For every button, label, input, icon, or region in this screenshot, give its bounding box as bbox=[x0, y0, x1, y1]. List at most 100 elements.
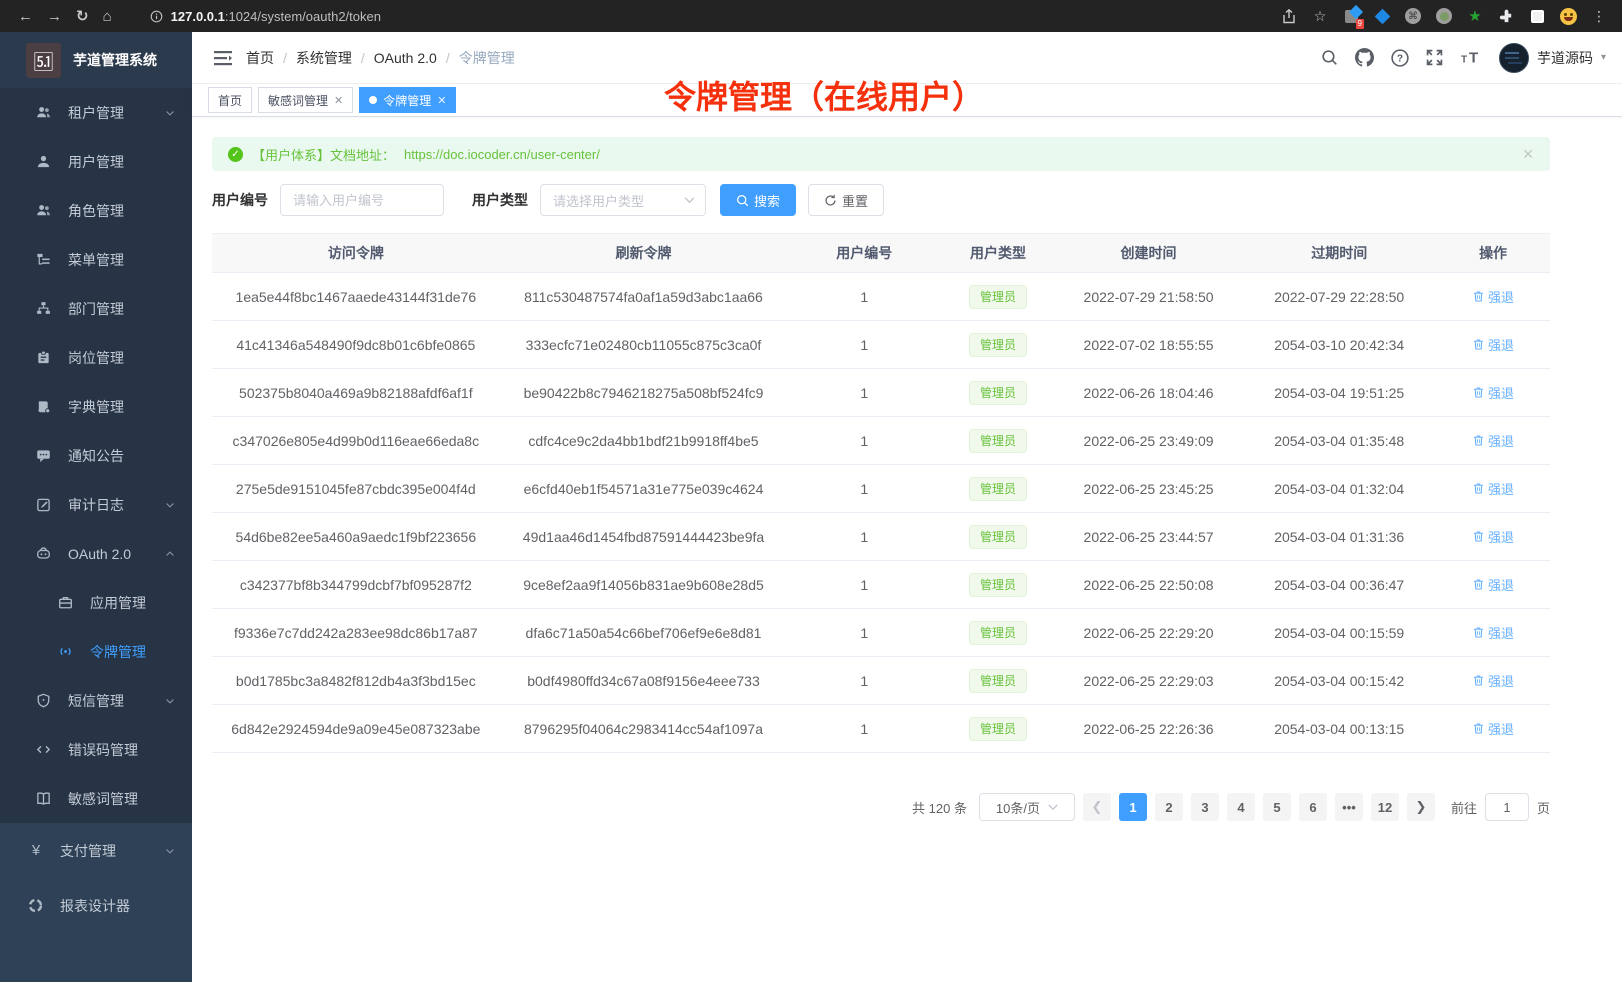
close-icon[interactable]: ✕ bbox=[334, 94, 343, 107]
sidebar-item-sensitive[interactable]: 敏感词管理 bbox=[0, 774, 192, 823]
force-logout-button[interactable]: 强退 bbox=[1472, 383, 1514, 402]
sidebar-item-dept[interactable]: 部门管理 bbox=[0, 284, 192, 333]
force-logout-button[interactable]: 强退 bbox=[1472, 335, 1514, 354]
table-row: 1ea5e44f8bc1467aaede43144f31de76811c5304… bbox=[212, 273, 1550, 321]
page-button-5[interactable]: 5 bbox=[1263, 793, 1291, 821]
search-icon[interactable] bbox=[1321, 49, 1338, 66]
page-button-3[interactable]: 3 bbox=[1191, 793, 1219, 821]
tab-敏感词管理[interactable]: 敏感词管理✕ bbox=[258, 87, 353, 113]
breadcrumb-item[interactable]: 系统管理 bbox=[296, 48, 352, 68]
force-logout-button[interactable]: 强退 bbox=[1472, 575, 1514, 594]
reload-icon[interactable]: ↻ bbox=[76, 9, 89, 24]
back-icon[interactable]: ← bbox=[18, 9, 33, 24]
sidebar-collapse-icon[interactable] bbox=[214, 50, 232, 66]
trash-icon bbox=[1472, 722, 1485, 735]
user-type-cell: 管理员 bbox=[941, 381, 1055, 405]
sidebar-item-post[interactable]: 岗位管理 bbox=[0, 333, 192, 382]
page-button-1[interactable]: 1 bbox=[1119, 793, 1147, 821]
sidebar-item-user[interactable]: 用户管理 bbox=[0, 137, 192, 186]
sidebar-item-oauth2-app[interactable]: 应用管理 bbox=[0, 578, 192, 627]
page-button-6[interactable]: 6 bbox=[1299, 793, 1327, 821]
search-icon bbox=[736, 194, 749, 207]
sidebar-item-tenant[interactable]: 租户管理 bbox=[0, 88, 192, 137]
home-icon[interactable]: ⌂ bbox=[103, 9, 112, 24]
force-logout-button[interactable]: 强退 bbox=[1472, 671, 1514, 690]
doc-link[interactable]: https://doc.iocoder.cn/user-center/ bbox=[404, 147, 600, 162]
green-star-icon[interactable]: ★ bbox=[1466, 7, 1484, 25]
emoji-face-icon[interactable] bbox=[1559, 7, 1577, 25]
user-type-placeholder: 请选择用户类型 bbox=[553, 191, 644, 210]
page-ellipsis[interactable]: ••• bbox=[1335, 793, 1363, 821]
user-type-select[interactable]: 请选择用户类型 bbox=[540, 184, 706, 216]
sidebar-item-menu[interactable]: 菜单管理 bbox=[0, 235, 192, 284]
force-logout-button[interactable]: 强退 bbox=[1472, 527, 1514, 546]
help-icon[interactable]: ? bbox=[1391, 49, 1409, 67]
goto-page-input[interactable] bbox=[1485, 793, 1529, 821]
puzzle-icon[interactable] bbox=[1497, 7, 1515, 25]
blue-diamond-icon[interactable] bbox=[1373, 7, 1391, 25]
force-logout-button[interactable]: 强退 bbox=[1472, 431, 1514, 450]
shield-icon bbox=[36, 693, 52, 708]
tab-首页[interactable]: 首页 bbox=[208, 87, 252, 113]
fullscreen-icon[interactable] bbox=[1426, 49, 1443, 66]
sidebar-bottom-section: ¥支付管理报表设计器 bbox=[0, 823, 192, 982]
user-menu[interactable]: 芋道源码▾ bbox=[1499, 43, 1606, 73]
table-row: f9336e7c7dd242a283ee98dc86b17a87dfa6c71a… bbox=[212, 609, 1550, 657]
sidebar-item-dict[interactable]: 字典管理 bbox=[0, 382, 192, 431]
column-header: 访问令牌 bbox=[212, 243, 500, 263]
close-icon[interactable]: ✕ bbox=[437, 94, 446, 107]
search-button[interactable]: 搜索 bbox=[720, 184, 796, 216]
force-logout-button[interactable]: 强退 bbox=[1472, 623, 1514, 642]
github-icon[interactable] bbox=[1355, 48, 1374, 67]
breadcrumb-separator: / bbox=[446, 50, 450, 66]
user-id-cell: 1 bbox=[787, 289, 941, 305]
sidebar-item-notice[interactable]: 通知公告 bbox=[0, 431, 192, 480]
yen-icon: ¥ bbox=[28, 842, 44, 859]
user-id-cell: 1 bbox=[787, 337, 941, 353]
next-page-button[interactable]: ❯ bbox=[1407, 793, 1435, 821]
more-vert-icon[interactable]: ⋮ bbox=[1590, 7, 1608, 25]
sidebar-item-oauth2[interactable]: OAuth 2.0 bbox=[0, 529, 192, 578]
prev-page-button[interactable]: ❮ bbox=[1083, 793, 1111, 821]
svg-text:T: T bbox=[1461, 55, 1467, 66]
sidebar-item-role[interactable]: 角色管理 bbox=[0, 186, 192, 235]
user-id-input[interactable] bbox=[280, 184, 444, 216]
sidebar-item-audit[interactable]: 审计日志 bbox=[0, 480, 192, 529]
sidebar-item-label: OAuth 2.0 bbox=[68, 546, 131, 562]
breadcrumb-item[interactable]: 首页 bbox=[246, 48, 274, 68]
command-circle-icon[interactable]: ⌘ bbox=[1404, 7, 1422, 25]
created-cell: 2022-06-25 22:29:20 bbox=[1055, 625, 1242, 641]
forward-icon[interactable]: → bbox=[47, 9, 62, 24]
action-cell: 强退 bbox=[1436, 287, 1550, 306]
share-icon[interactable] bbox=[1280, 7, 1298, 25]
record-circle-icon[interactable] bbox=[1435, 7, 1453, 25]
sidebar-item-sms[interactable]: 短信管理 bbox=[0, 676, 192, 725]
reset-button[interactable]: 重置 bbox=[808, 184, 884, 216]
force-logout-button[interactable]: 强退 bbox=[1472, 479, 1514, 498]
white-square-icon[interactable] bbox=[1528, 7, 1546, 25]
app-logo[interactable]: 🆠 芋道管理系统 bbox=[0, 32, 192, 88]
sidebar-item-report[interactable]: 报表设计器 bbox=[0, 878, 192, 933]
expired-cell: 2054-03-04 00:13:15 bbox=[1242, 721, 1436, 737]
page-button-12[interactable]: 12 bbox=[1371, 793, 1399, 821]
star-icon[interactable]: ☆ bbox=[1311, 7, 1329, 25]
doc-alert: ✓ 【用户体系】文档地址： https://doc.iocoder.cn/use… bbox=[212, 137, 1550, 171]
sidebar-item-pay[interactable]: ¥支付管理 bbox=[0, 823, 192, 878]
breadcrumb: 首页/系统管理/OAuth 2.0/令牌管理 bbox=[246, 48, 515, 68]
tab-label: 首页 bbox=[218, 92, 242, 109]
address-bar[interactable]: 127.0.0.1:1024/system/oauth2/token bbox=[124, 9, 1276, 24]
alert-close-icon[interactable]: ✕ bbox=[1522, 146, 1534, 163]
breadcrumb-item[interactable]: OAuth 2.0 bbox=[374, 50, 437, 66]
navbar-actions: ? TT 芋道源码▾ bbox=[1321, 43, 1606, 73]
page-size-select[interactable]: 10条/页 bbox=[979, 793, 1075, 821]
extension-blocks-icon[interactable]: 9 bbox=[1342, 7, 1360, 25]
force-logout-button[interactable]: 强退 bbox=[1472, 287, 1514, 306]
sidebar-item-errcode[interactable]: 错误码管理 bbox=[0, 725, 192, 774]
force-logout-button[interactable]: 强退 bbox=[1472, 719, 1514, 738]
sidebar-item-oauth2-token[interactable]: 令牌管理 bbox=[0, 627, 192, 676]
page-button-2[interactable]: 2 bbox=[1155, 793, 1183, 821]
table-row: b0d1785bc3a8482f812db4a3f3bd15ecb0df4980… bbox=[212, 657, 1550, 705]
tab-令牌管理[interactable]: 令牌管理✕ bbox=[359, 87, 456, 113]
page-button-4[interactable]: 4 bbox=[1227, 793, 1255, 821]
font-size-icon[interactable]: TT bbox=[1460, 49, 1482, 66]
